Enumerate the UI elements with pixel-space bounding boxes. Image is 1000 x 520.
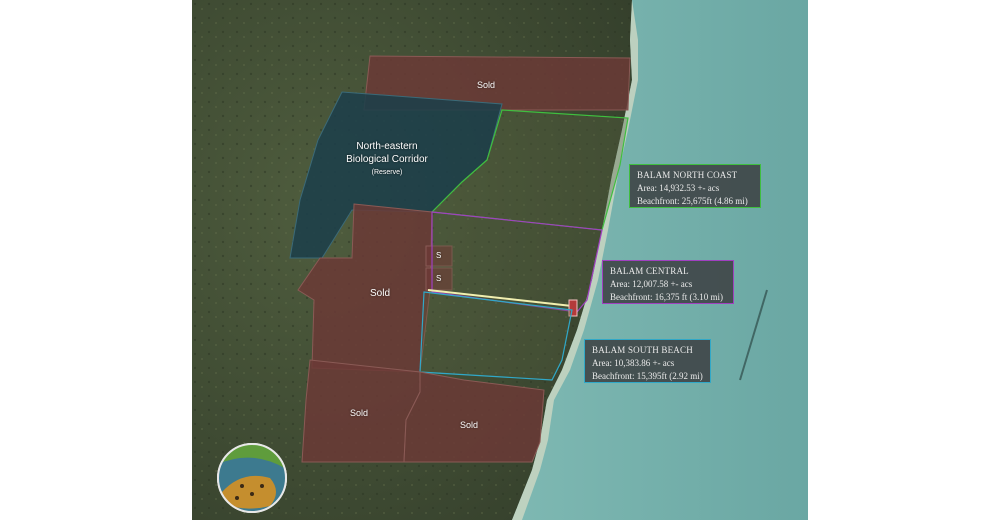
- balam-central-beachfront: Beachfront: 16,375 ft (3.10 mi): [610, 292, 723, 302]
- reserve-label: North-eastern Biological Corridor (Reser…: [302, 140, 472, 179]
- balam-central-area: Area: 12,007.58 +- acs: [610, 279, 693, 289]
- balam-south-area: Area: 10,383.86 +- acs: [592, 358, 675, 368]
- sold-southwest-label: Sold: [350, 408, 369, 418]
- balam-south-title: BALAM SOUTH BEACH: [592, 345, 693, 355]
- balam-north-area: Area: 14,932.53 +- acs: [637, 183, 720, 193]
- reserve-name-line2: Biological Corridor: [346, 154, 428, 165]
- balam-central-title: BALAM CENTRAL: [610, 266, 689, 276]
- sold-west-label: Sold: [370, 288, 391, 299]
- balam-north-beachfront: Beachfront: 25,675ft (4.86 mi): [637, 196, 748, 206]
- reserve-name-line1: North-eastern: [356, 141, 418, 152]
- balam-south-info: BALAM SOUTH BEACH Area: 10,383.86 +- acs…: [584, 339, 711, 383]
- satellite-map[interactable]: Sold Sold Sold Sold S S North-eastern Bi…: [192, 0, 808, 520]
- balam-south-beachfront: Beachfront: 15,395ft (2.92 mi): [592, 371, 703, 381]
- s-upper-label: S: [436, 251, 442, 260]
- sold-south-label: Sold: [460, 420, 479, 430]
- reserve-note: (Reserve): [371, 169, 403, 176]
- s-lower-label: S: [436, 274, 442, 283]
- balam-north-info: BALAM NORTH COAST Area: 14,932.53 +- acs…: [629, 164, 761, 208]
- sold-north-label: Sold: [477, 80, 496, 90]
- balam-north-title: BALAM NORTH COAST: [637, 170, 738, 180]
- balam-central-info: BALAM CENTRAL Area: 12,007.58 +- acs Bea…: [602, 260, 734, 304]
